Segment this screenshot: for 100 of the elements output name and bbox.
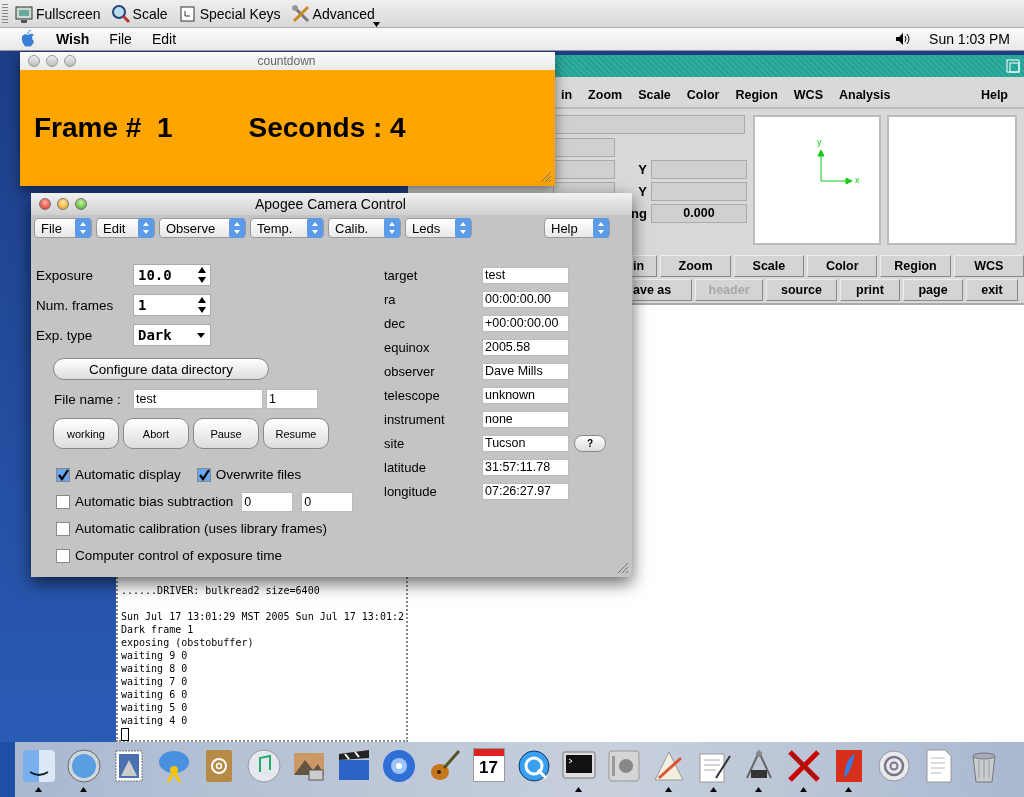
input-field[interactable]: test bbox=[133, 389, 263, 409]
field-label: longitude bbox=[384, 483, 438, 499]
checkbox-label: Automatic calibration (uses library frames) bbox=[75, 521, 328, 536]
menu-popup[interactable]: Edit bbox=[96, 218, 155, 238]
menu-item[interactable]: Edit bbox=[151, 31, 176, 47]
input-field[interactable]: test bbox=[482, 266, 569, 284]
terminal-line: waiting 7 0 bbox=[121, 675, 189, 688]
help-button[interactable]: ? bbox=[574, 434, 606, 452]
checkmark-icon bbox=[197, 468, 210, 481]
toolbar-button[interactable]: Special Keys bbox=[177, 3, 285, 24]
close-button[interactable] bbox=[39, 198, 51, 210]
checkbox-label: Automatic display bbox=[75, 467, 181, 482]
action-button[interactable]: working bbox=[53, 418, 119, 449]
input-field[interactable]: Tucson bbox=[482, 434, 569, 452]
terminal-line: Dark frame 1 bbox=[121, 623, 195, 636]
action-button[interactable]: Pause bbox=[193, 418, 259, 449]
input-field[interactable]: 0 bbox=[241, 491, 294, 512]
menu-item[interactable]: Region bbox=[727, 88, 786, 102]
terminal-line: waiting 9 0 bbox=[121, 649, 189, 662]
menu-item[interactable]: Analysis bbox=[831, 88, 899, 102]
spin-field[interactable]: 10.0 bbox=[133, 264, 211, 286]
help-menu[interactable]: Help bbox=[972, 88, 1016, 102]
apple-logo-icon bbox=[20, 30, 36, 48]
checkbox-label: Overwrite files bbox=[215, 467, 302, 482]
checkbox[interactable] bbox=[56, 494, 70, 509]
minimize-button[interactable] bbox=[57, 198, 69, 210]
window-title: Apogee Camera Control bbox=[254, 196, 407, 212]
toolbar-button[interactable]: Scale bbox=[110, 3, 172, 24]
menu-item[interactable]: Zoom bbox=[580, 88, 631, 102]
command-button[interactable]: ave as bbox=[632, 279, 692, 301]
info-label: Y bbox=[637, 162, 648, 177]
input-field[interactable]: 07:26:27.97 bbox=[482, 482, 569, 500]
spiral-icon[interactable] bbox=[875, 748, 912, 784]
toolbar-button[interactable]: Region bbox=[880, 255, 951, 277]
menu-popup[interactable]: Leds bbox=[405, 218, 472, 238]
action-button[interactable]: Abort bbox=[123, 418, 189, 449]
menu-item[interactable]: Color bbox=[678, 88, 728, 102]
toolbar-button[interactable]: Zoom bbox=[660, 255, 731, 277]
checkmark-icon bbox=[57, 468, 69, 481]
field-label: Num. frames bbox=[36, 297, 115, 313]
input-field[interactable]: 1 bbox=[266, 389, 318, 409]
menu-item[interactable]: File bbox=[109, 31, 132, 47]
menu-popup[interactable]: File bbox=[34, 218, 92, 238]
zoom-button[interactable] bbox=[75, 198, 87, 210]
window-button-icon bbox=[1006, 59, 1020, 73]
command-button[interactable]: source bbox=[766, 279, 837, 301]
toolbar-button[interactable]: Scale bbox=[733, 255, 805, 277]
music-disc-icon[interactable] bbox=[245, 748, 282, 784]
clock[interactable]: Sun 1:03 PM bbox=[929, 31, 1010, 47]
info-field: 0.000 bbox=[651, 204, 747, 223]
input-field[interactable]: Dave Mills bbox=[482, 362, 569, 380]
field-label: Exposure bbox=[36, 267, 95, 283]
field-label: ra bbox=[384, 291, 397, 307]
menu-item[interactable]: Scale bbox=[630, 88, 679, 102]
input-field[interactable]: 2005.58 bbox=[482, 338, 569, 356]
split-square-icon[interactable] bbox=[20, 748, 57, 784]
command-button[interactable]: page bbox=[903, 279, 963, 301]
stepper-icon bbox=[138, 218, 154, 238]
toolbar-button[interactable]: Color bbox=[807, 255, 878, 277]
terminal-line: ......DRIVER: bulkread2 size=6400 bbox=[121, 584, 321, 597]
checkbox[interactable] bbox=[56, 521, 70, 536]
menu-popup[interactable]: Observe bbox=[159, 218, 246, 238]
field-label: telescope bbox=[384, 387, 441, 403]
disc-icon[interactable] bbox=[380, 748, 417, 784]
input-field[interactable]: 31:57:11.78 bbox=[482, 458, 569, 476]
text-cursor bbox=[121, 728, 129, 741]
q-logo-icon[interactable] bbox=[515, 748, 552, 784]
checkbox[interactable] bbox=[196, 467, 211, 482]
command-button[interactable]: exit bbox=[966, 279, 1018, 301]
help-popup[interactable]: Help bbox=[544, 218, 610, 238]
action-button[interactable]: Resume bbox=[263, 418, 329, 449]
toolbar-button[interactable]: WCS bbox=[953, 255, 1024, 277]
command-button[interactable]: print bbox=[840, 279, 900, 301]
field-label: instrument bbox=[384, 411, 446, 427]
window-title: countdown bbox=[256, 54, 317, 68]
checkbox[interactable] bbox=[56, 467, 70, 482]
calendar-icon[interactable]: 17 bbox=[472, 748, 505, 782]
toolbar-button[interactable]: Fullscreen bbox=[14, 3, 105, 24]
toolbar-button[interactable]: Advanced bbox=[290, 0, 380, 27]
input-field[interactable]: 0 bbox=[301, 491, 354, 512]
checkbox[interactable] bbox=[56, 548, 70, 563]
input-field[interactable]: +00:00:00.00 bbox=[482, 314, 569, 332]
stepper-icon bbox=[593, 218, 609, 238]
terminal-line: waiting 4 0 bbox=[121, 714, 189, 727]
app-menu[interactable]: Wish bbox=[56, 31, 90, 47]
tools-icon bbox=[290, 3, 311, 24]
configure-button[interactable]: Configure data directory bbox=[53, 358, 269, 380]
toolbar-button[interactable]: in bbox=[632, 255, 658, 277]
stepper-icon bbox=[229, 218, 245, 238]
x-mark-icon[interactable] bbox=[785, 748, 822, 784]
input-field[interactable]: unknown bbox=[482, 386, 569, 404]
terminal-line: waiting 8 0 bbox=[121, 662, 189, 675]
menu-item[interactable]: in bbox=[553, 88, 581, 102]
menu-popup[interactable]: Temp. bbox=[250, 218, 324, 238]
dropdown[interactable]: Dark bbox=[133, 324, 211, 346]
menu-item[interactable]: WCS bbox=[785, 88, 831, 102]
input-field[interactable]: 00:00:00.00 bbox=[482, 290, 569, 308]
spin-field[interactable]: 1 bbox=[133, 294, 211, 316]
input-field[interactable]: none bbox=[482, 410, 569, 428]
menu-popup[interactable]: Calib. bbox=[328, 218, 401, 238]
